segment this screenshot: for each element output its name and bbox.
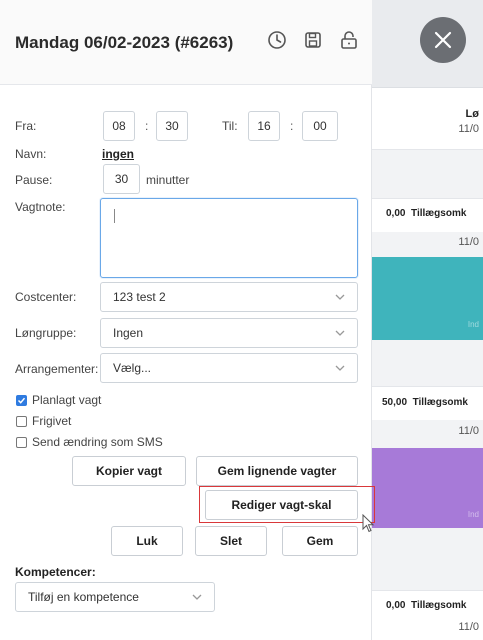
lock-button[interactable] [338,29,360,51]
arrangementer-label: Arrangementer: [15,362,99,376]
til-label: Til: [222,119,238,133]
checkbox-label: Frigivet [32,414,72,428]
save-icon [305,32,321,48]
background-day-label: Lø [465,108,479,120]
luk-button[interactable]: Luk [111,526,183,556]
pause-label: Pause: [15,173,53,187]
checkbox-unchecked-icon [16,415,27,427]
chevron-down-icon [335,365,345,371]
vagtnote-label: Vagtnote: [15,200,66,214]
unlock-icon [341,31,357,49]
close-button[interactable] [420,17,466,63]
panel-header: Mandag 06/02-2023 (#6263) [0,0,372,85]
kompetence-placeholder: Tilføj en kompetence [28,590,139,604]
background-shift-faint-label: Ind [467,510,479,519]
gem-button[interactable]: Gem [282,526,358,556]
chevron-down-icon [335,330,345,336]
fra-hour-input[interactable]: 08 [103,111,135,141]
time-colon: : [290,119,294,133]
background-separator [372,340,483,388]
edit-shift-panel: Mandag 06/02-2023 (#6263) Fra: 08 : 30 T… [0,0,375,640]
checkbox-label: Send ændring som SMS [32,435,163,449]
background-day-date: 11/0 [458,123,479,135]
mouse-pointer-icon [362,514,375,533]
pause-input[interactable]: 30 [103,164,140,194]
loengruppe-value: Ingen [113,326,144,340]
background-shift-date: 11/0 [458,236,479,248]
chevron-down-icon [335,294,345,300]
background-shift-block-teal[interactable] [372,257,483,340]
background-shift-date: 11/0 [458,621,479,633]
frigivet-checkbox[interactable]: Frigivet [16,414,71,428]
slet-button[interactable]: Slet [195,526,267,556]
til-hour-input[interactable]: 16 [248,111,280,141]
navn-label: Navn: [15,147,47,161]
background-shift-block-purple[interactable] [372,448,483,528]
text-cursor [114,209,115,223]
history-button[interactable] [266,29,288,51]
background-amount: 0,00 Tillægsomk [386,600,467,611]
background-topbar [372,0,483,88]
gem-lignende-vagter-button[interactable]: Gem lignende vagter [196,456,358,486]
pause-unit: minutter [146,173,190,187]
checkbox-label: Planlagt vagt [32,393,102,407]
chevron-down-icon [192,594,202,600]
fra-label: Fra: [15,119,37,133]
background-calendar: Lø 11/0 0,00 Tillægsomk 11/0 Ind 50,00 T… [372,0,483,640]
close-icon [434,31,452,49]
kopier-vagt-button[interactable]: Kopier vagt [72,456,186,486]
save-icon-button[interactable] [302,29,324,51]
kompetence-select[interactable]: Tilføj en kompetence [15,582,215,612]
loengruppe-label: Løngruppe: [15,326,77,340]
background-shift-date: 11/0 [458,425,479,437]
time-colon: : [145,119,149,133]
page-title: Mandag 06/02-2023 (#6263) [15,33,234,52]
send-sms-checkbox[interactable]: Send ændring som SMS [16,435,163,449]
highlight-box [199,486,375,523]
background-separator [372,528,483,590]
arrangementer-placeholder: Vælg... [113,361,152,375]
background-amount: 50,00 Tillægsomk [382,397,468,408]
background-amount: 0,00 Tillægsomk [386,208,467,219]
arrangementer-select[interactable]: Vælg... [100,353,358,383]
costcenter-select[interactable]: 123 test 2 [100,282,358,312]
checkbox-unchecked-icon [16,436,27,448]
clock-icon [268,31,286,49]
vagtnote-textarea[interactable] [100,198,358,278]
background-shift-faint-label: Ind [467,320,479,329]
fra-minute-input[interactable]: 30 [156,111,188,141]
navn-link[interactable]: ingen [102,147,134,161]
kompetencer-label: Kompetencer: [15,565,96,579]
planlagt-vagt-checkbox[interactable]: Planlagt vagt [16,393,101,407]
costcenter-value: 123 test 2 [113,290,166,304]
costcenter-label: Costcenter: [15,290,77,304]
loengruppe-select[interactable]: Ingen [100,318,358,348]
checkbox-checked-icon [16,394,27,406]
til-minute-input[interactable]: 00 [302,111,338,141]
